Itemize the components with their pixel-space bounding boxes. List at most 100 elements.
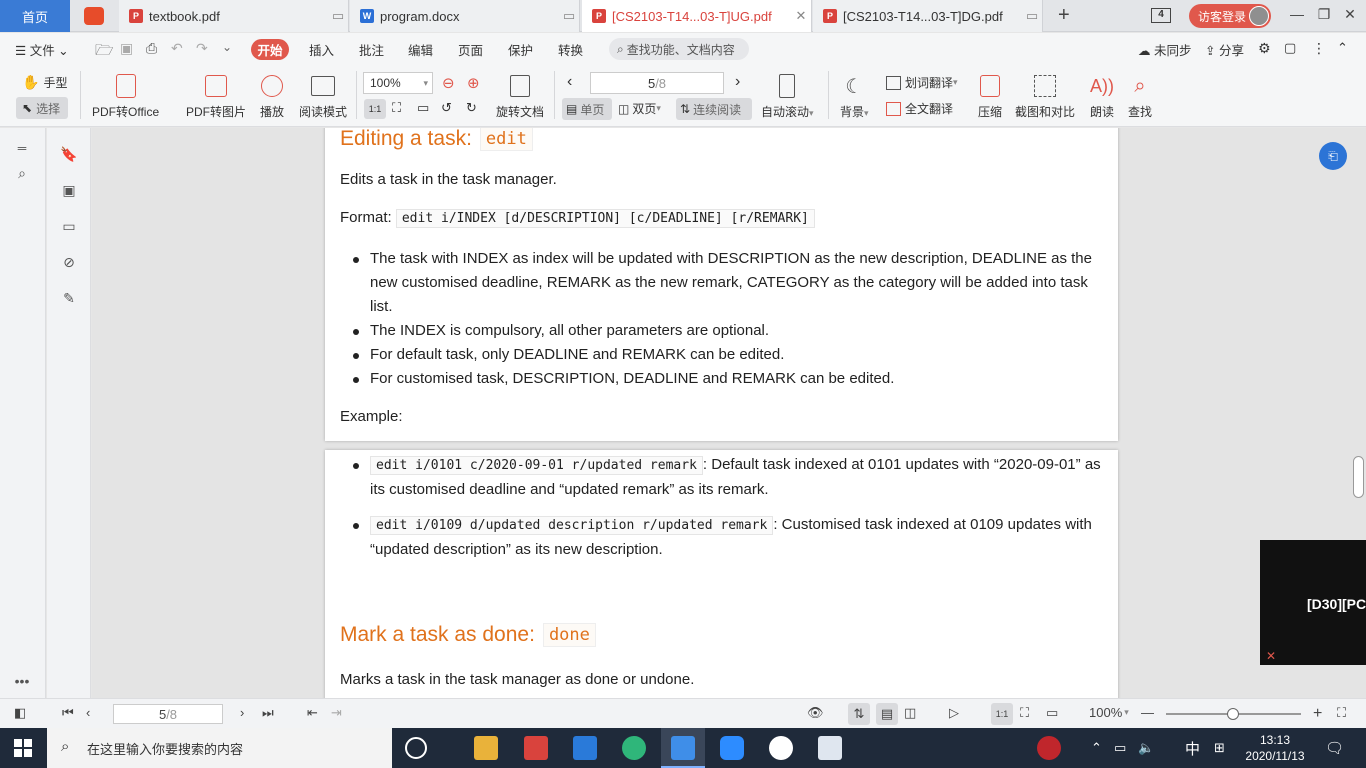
close-icon[interactable]: ✕ bbox=[791, 8, 811, 24]
status-zoom[interactable]: 100% ▾ bbox=[1089, 705, 1129, 720]
wps-logo-icon[interactable] bbox=[84, 7, 104, 25]
menu-protect[interactable]: 保护 bbox=[508, 40, 533, 59]
hand-tool[interactable]: ✋ 手型 bbox=[22, 74, 67, 91]
mail-icon[interactable] bbox=[573, 736, 597, 760]
find-button[interactable]: ⌕ 查找 bbox=[1127, 73, 1153, 120]
play-button[interactable]: 播放 bbox=[259, 73, 285, 120]
fit-page-icon[interactable]: ⛶ bbox=[392, 100, 401, 116]
wps-pdf-icon[interactable] bbox=[671, 736, 695, 760]
login-button[interactable]: 访客登录 bbox=[1189, 4, 1271, 28]
collapse-icon[interactable]: ═ bbox=[12, 138, 32, 158]
meeting-popup[interactable]: [D30][PC ✕ bbox=[1260, 540, 1366, 665]
search-box[interactable]: ⌕ 查找功能、文档内容 bbox=[609, 38, 749, 60]
windows-start-icon[interactable] bbox=[14, 739, 32, 757]
background-button[interactable]: ☾ 背景▾ bbox=[840, 73, 869, 120]
double-page-button[interactable]: ◫ 双页 ▾ bbox=[618, 100, 661, 117]
screenshot-compare-button[interactable]: 截图和对比 bbox=[1015, 73, 1075, 120]
word-translate-button[interactable]: 划词翻译 ▾ bbox=[886, 74, 958, 91]
search-doc-icon[interactable]: ⌕ bbox=[12, 163, 32, 183]
thumbnail-icon[interactable]: ▣ bbox=[59, 180, 79, 200]
zoom-out-icon[interactable]: — bbox=[1141, 705, 1154, 720]
taskbar-search[interactable]: ⌕ 在这里输入你要搜索的内容 bbox=[47, 728, 392, 768]
next-page-icon[interactable]: › bbox=[240, 705, 244, 720]
menu-insert[interactable]: 插入 bbox=[309, 40, 334, 59]
show-hidden-icon[interactable]: ⌃ bbox=[1091, 728, 1102, 768]
continuous-read-button[interactable]: ⇅ 连续阅读 bbox=[676, 98, 752, 120]
menu-convert[interactable]: 转换 bbox=[558, 40, 583, 59]
fit-page-icon[interactable]: ⛶ bbox=[1020, 705, 1029, 721]
comment-icon[interactable]: ▭ bbox=[59, 216, 79, 236]
mic-muted-icon[interactable]: ✕ bbox=[1266, 649, 1276, 663]
tab-ug[interactable]: P [CS2103-T14...03-T]UG.pdf ✕ bbox=[582, 0, 812, 32]
next-page-icon[interactable]: › bbox=[735, 73, 740, 91]
wps-office-icon[interactable] bbox=[524, 736, 548, 760]
tab-dg[interactable]: P [CS2103-T14...03-T]DG.pdf ▭ bbox=[813, 0, 1043, 32]
back-icon[interactable]: ⇤ bbox=[307, 705, 318, 721]
menu-start[interactable]: 开始 bbox=[251, 39, 289, 60]
read-aloud-button[interactable]: A)) 朗读 bbox=[1089, 73, 1115, 120]
prev-page-icon[interactable]: ‹ bbox=[86, 705, 90, 720]
scrollbar-thumb[interactable] bbox=[1353, 456, 1364, 498]
menu-page[interactable]: 页面 bbox=[458, 40, 483, 59]
floating-tool-icon[interactable]: ⎗ bbox=[1319, 142, 1347, 170]
tab-textbook[interactable]: P textbook.pdf ▭ bbox=[119, 0, 349, 32]
comment-icon[interactable]: ▢ bbox=[1284, 40, 1296, 56]
redo-icon[interactable]: ↷ bbox=[196, 40, 208, 57]
monitor-icon[interactable]: ▭ bbox=[328, 8, 348, 24]
clock[interactable]: 13:13 2020/11/13 bbox=[1240, 728, 1310, 768]
close-window-icon[interactable]: ✕ bbox=[1340, 6, 1360, 26]
antivirus-icon[interactable] bbox=[1037, 736, 1061, 760]
monitor-icon[interactable]: ▭ bbox=[1022, 8, 1042, 24]
task-view-icon[interactable] bbox=[405, 737, 427, 759]
sync-status[interactable]: ☁ 未同步 bbox=[1138, 40, 1192, 59]
sidebar-toggle-icon[interactable]: ◧ bbox=[14, 705, 26, 721]
document-viewer[interactable]: Editing a task: edit Edits a task in the … bbox=[92, 128, 1366, 698]
share-button[interactable]: ⇪ 分享 bbox=[1205, 40, 1244, 59]
volume-icon[interactable]: 🔈 bbox=[1138, 728, 1154, 768]
forward-icon[interactable]: ⇥ bbox=[331, 705, 342, 721]
fit-width-icon[interactable]: ▭ bbox=[1046, 705, 1058, 721]
edge-icon[interactable] bbox=[622, 736, 646, 760]
zoom-in-icon[interactable]: + bbox=[1313, 705, 1322, 723]
collapse-ribbon-icon[interactable]: ⌃ bbox=[1337, 40, 1348, 56]
rotate-left-icon[interactable]: ↺ bbox=[441, 100, 452, 116]
tab-program[interactable]: W program.docx ▭ bbox=[350, 0, 580, 32]
keyboard-icon[interactable]: ⊞ bbox=[1214, 728, 1225, 768]
page-number-input[interactable]: 5/8 bbox=[590, 72, 724, 94]
fullscreen-icon[interactable]: ⛶ bbox=[1337, 705, 1346, 721]
ime-indicator[interactable]: 中 bbox=[1185, 728, 1200, 768]
settings-icon[interactable]: ⚙ bbox=[1258, 40, 1271, 57]
status-page-input[interactable]: 5/8 bbox=[113, 704, 223, 724]
new-tab-button[interactable]: + bbox=[1058, 4, 1070, 27]
actual-size-icon[interactable]: 1:1 bbox=[364, 99, 386, 119]
minimize-icon[interactable]: — bbox=[1287, 6, 1307, 26]
bookmark-icon[interactable]: 🔖 bbox=[59, 144, 79, 164]
attachment-icon[interactable]: ⊘ bbox=[59, 252, 79, 272]
battery-icon[interactable]: ▭ bbox=[1114, 728, 1126, 768]
print-icon[interactable]: ⎙ bbox=[146, 40, 157, 57]
save-icon[interactable]: ▣ bbox=[120, 40, 133, 57]
more-icon[interactable]: ••• bbox=[12, 671, 32, 691]
file-explorer-icon[interactable] bbox=[474, 736, 498, 760]
autoscroll-button[interactable]: 自动滚动▾ bbox=[761, 73, 814, 120]
more-dropdown-icon[interactable]: ⌄ bbox=[222, 40, 232, 54]
menu-annotate[interactable]: 批注 bbox=[359, 40, 384, 59]
tab-home[interactable]: 首页 bbox=[0, 0, 70, 32]
last-page-icon[interactable]: ⏭ bbox=[262, 705, 274, 721]
actual-size-icon[interactable]: 1:1 bbox=[991, 703, 1013, 725]
zoom-select[interactable]: 100% ▾ bbox=[363, 72, 433, 94]
rotate-document-button[interactable]: 旋转文档 bbox=[496, 73, 544, 120]
rotate-right-icon[interactable]: ↻ bbox=[466, 100, 477, 116]
zoom-in-icon[interactable]: ⊕ bbox=[467, 74, 480, 92]
play-icon[interactable]: ▷ bbox=[949, 705, 959, 721]
menu-edit[interactable]: 编辑 bbox=[408, 40, 433, 59]
pdf-to-office-button[interactable]: PDF转Office bbox=[92, 73, 159, 120]
chrome-icon[interactable] bbox=[769, 736, 793, 760]
zoom-app-icon[interactable] bbox=[720, 736, 744, 760]
read-mode-button[interactable]: 阅读模式 bbox=[299, 73, 347, 120]
menu-file[interactable]: ☰ 文件 ⌄ bbox=[15, 40, 69, 59]
signature-icon[interactable]: ✎ bbox=[59, 288, 79, 308]
undo-icon[interactable]: ↶ bbox=[171, 40, 183, 57]
first-page-icon[interactable]: ⏮ bbox=[62, 705, 74, 721]
single-view-icon[interactable]: ▤ bbox=[876, 703, 898, 725]
